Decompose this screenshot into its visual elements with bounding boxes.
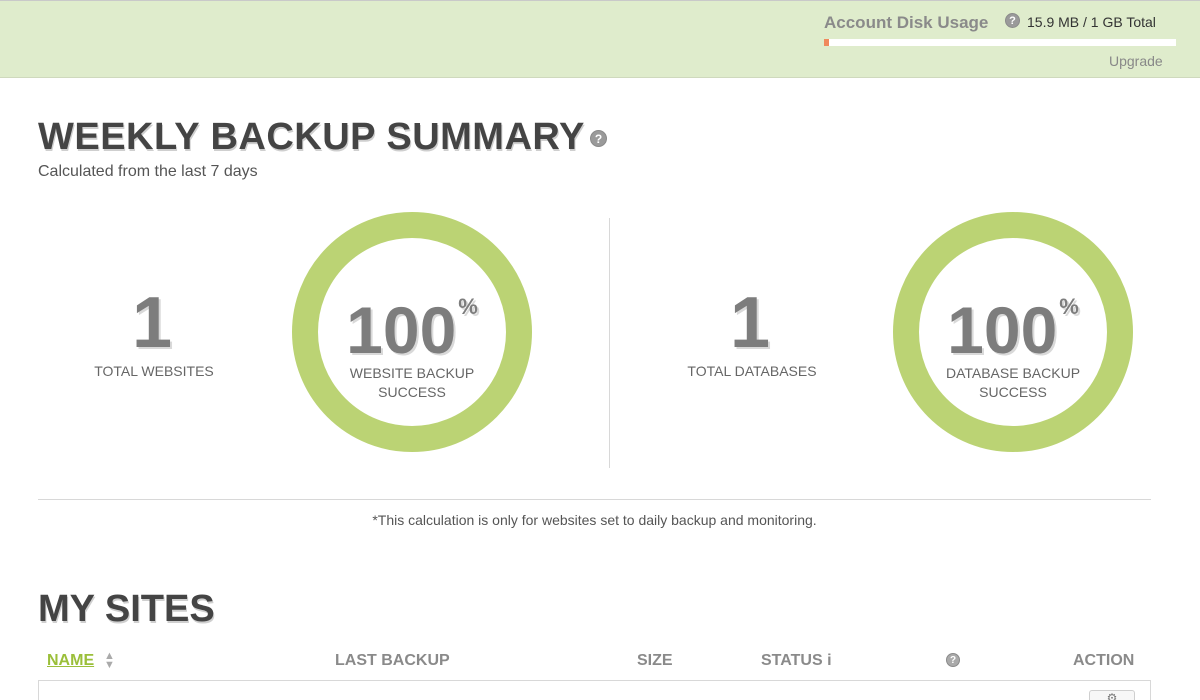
- percent-symbol: %: [1059, 294, 1079, 319]
- section-divider: [38, 499, 1151, 500]
- column-header-status: STATUS i: [761, 652, 832, 669]
- disk-usage-title: Account Disk Usage: [824, 13, 989, 32]
- disk-usage-bar-fill: [824, 39, 830, 46]
- column-header-action: ACTION: [1073, 652, 1135, 669]
- sort-icon[interactable]: ▲ ▼: [104, 651, 115, 671]
- summary-help-icon[interactable]: ?: [590, 130, 607, 147]
- column-header-last-backup: LAST BACKUP: [335, 652, 450, 669]
- disk-usage-bar: [824, 39, 1176, 46]
- calculation-footnote: *This calculation is only for websites s…: [372, 512, 817, 528]
- table-row: ⚙: [38, 680, 1151, 700]
- weekly-summary-title: WEEKLY BACKUP SUMMARY: [38, 116, 585, 158]
- info-icon[interactable]: i: [827, 652, 831, 669]
- database-backup-success-ring: 100% DATABASE BACKUP SUCCESS: [893, 212, 1133, 452]
- website-backup-success-label: WEBSITE BACKUP SUCCESS: [349, 365, 475, 400]
- column-header-name[interactable]: NAME: [47, 652, 94, 670]
- total-websites-label: TOTAL WEBSITES: [94, 363, 214, 379]
- top-bar: Account Disk Usage ? 15.9 MB / 1 GB Tota…: [0, 0, 1200, 78]
- column-header-size: SIZE: [637, 652, 673, 669]
- total-websites-count: 1: [131, 283, 173, 363]
- my-sites-title: MY SITES: [38, 588, 215, 630]
- upgrade-link[interactable]: Upgrade: [1109, 53, 1163, 69]
- website-backup-success-ring: 100% WEBSITE BACKUP SUCCESS: [292, 212, 532, 452]
- summary-divider: [609, 218, 610, 468]
- database-backup-success-value: 100%: [947, 293, 1079, 367]
- percent-symbol: %: [458, 294, 478, 319]
- database-backup-success-label: DATABASE BACKUP SUCCESS: [945, 365, 1081, 400]
- disk-usage-total: 15.9 MB / 1 GB Total: [1027, 14, 1156, 30]
- total-databases-label: TOTAL DATABASES: [687, 363, 817, 379]
- website-backup-success-value: 100%: [346, 293, 478, 367]
- action-gear-button[interactable]: ⚙: [1089, 690, 1135, 700]
- disk-usage-help-icon[interactable]: ?: [1005, 13, 1020, 28]
- total-databases-count: 1: [729, 283, 771, 363]
- weekly-summary-subtitle: Calculated from the last 7 days: [38, 163, 258, 180]
- status-help-icon[interactable]: ?: [946, 653, 960, 667]
